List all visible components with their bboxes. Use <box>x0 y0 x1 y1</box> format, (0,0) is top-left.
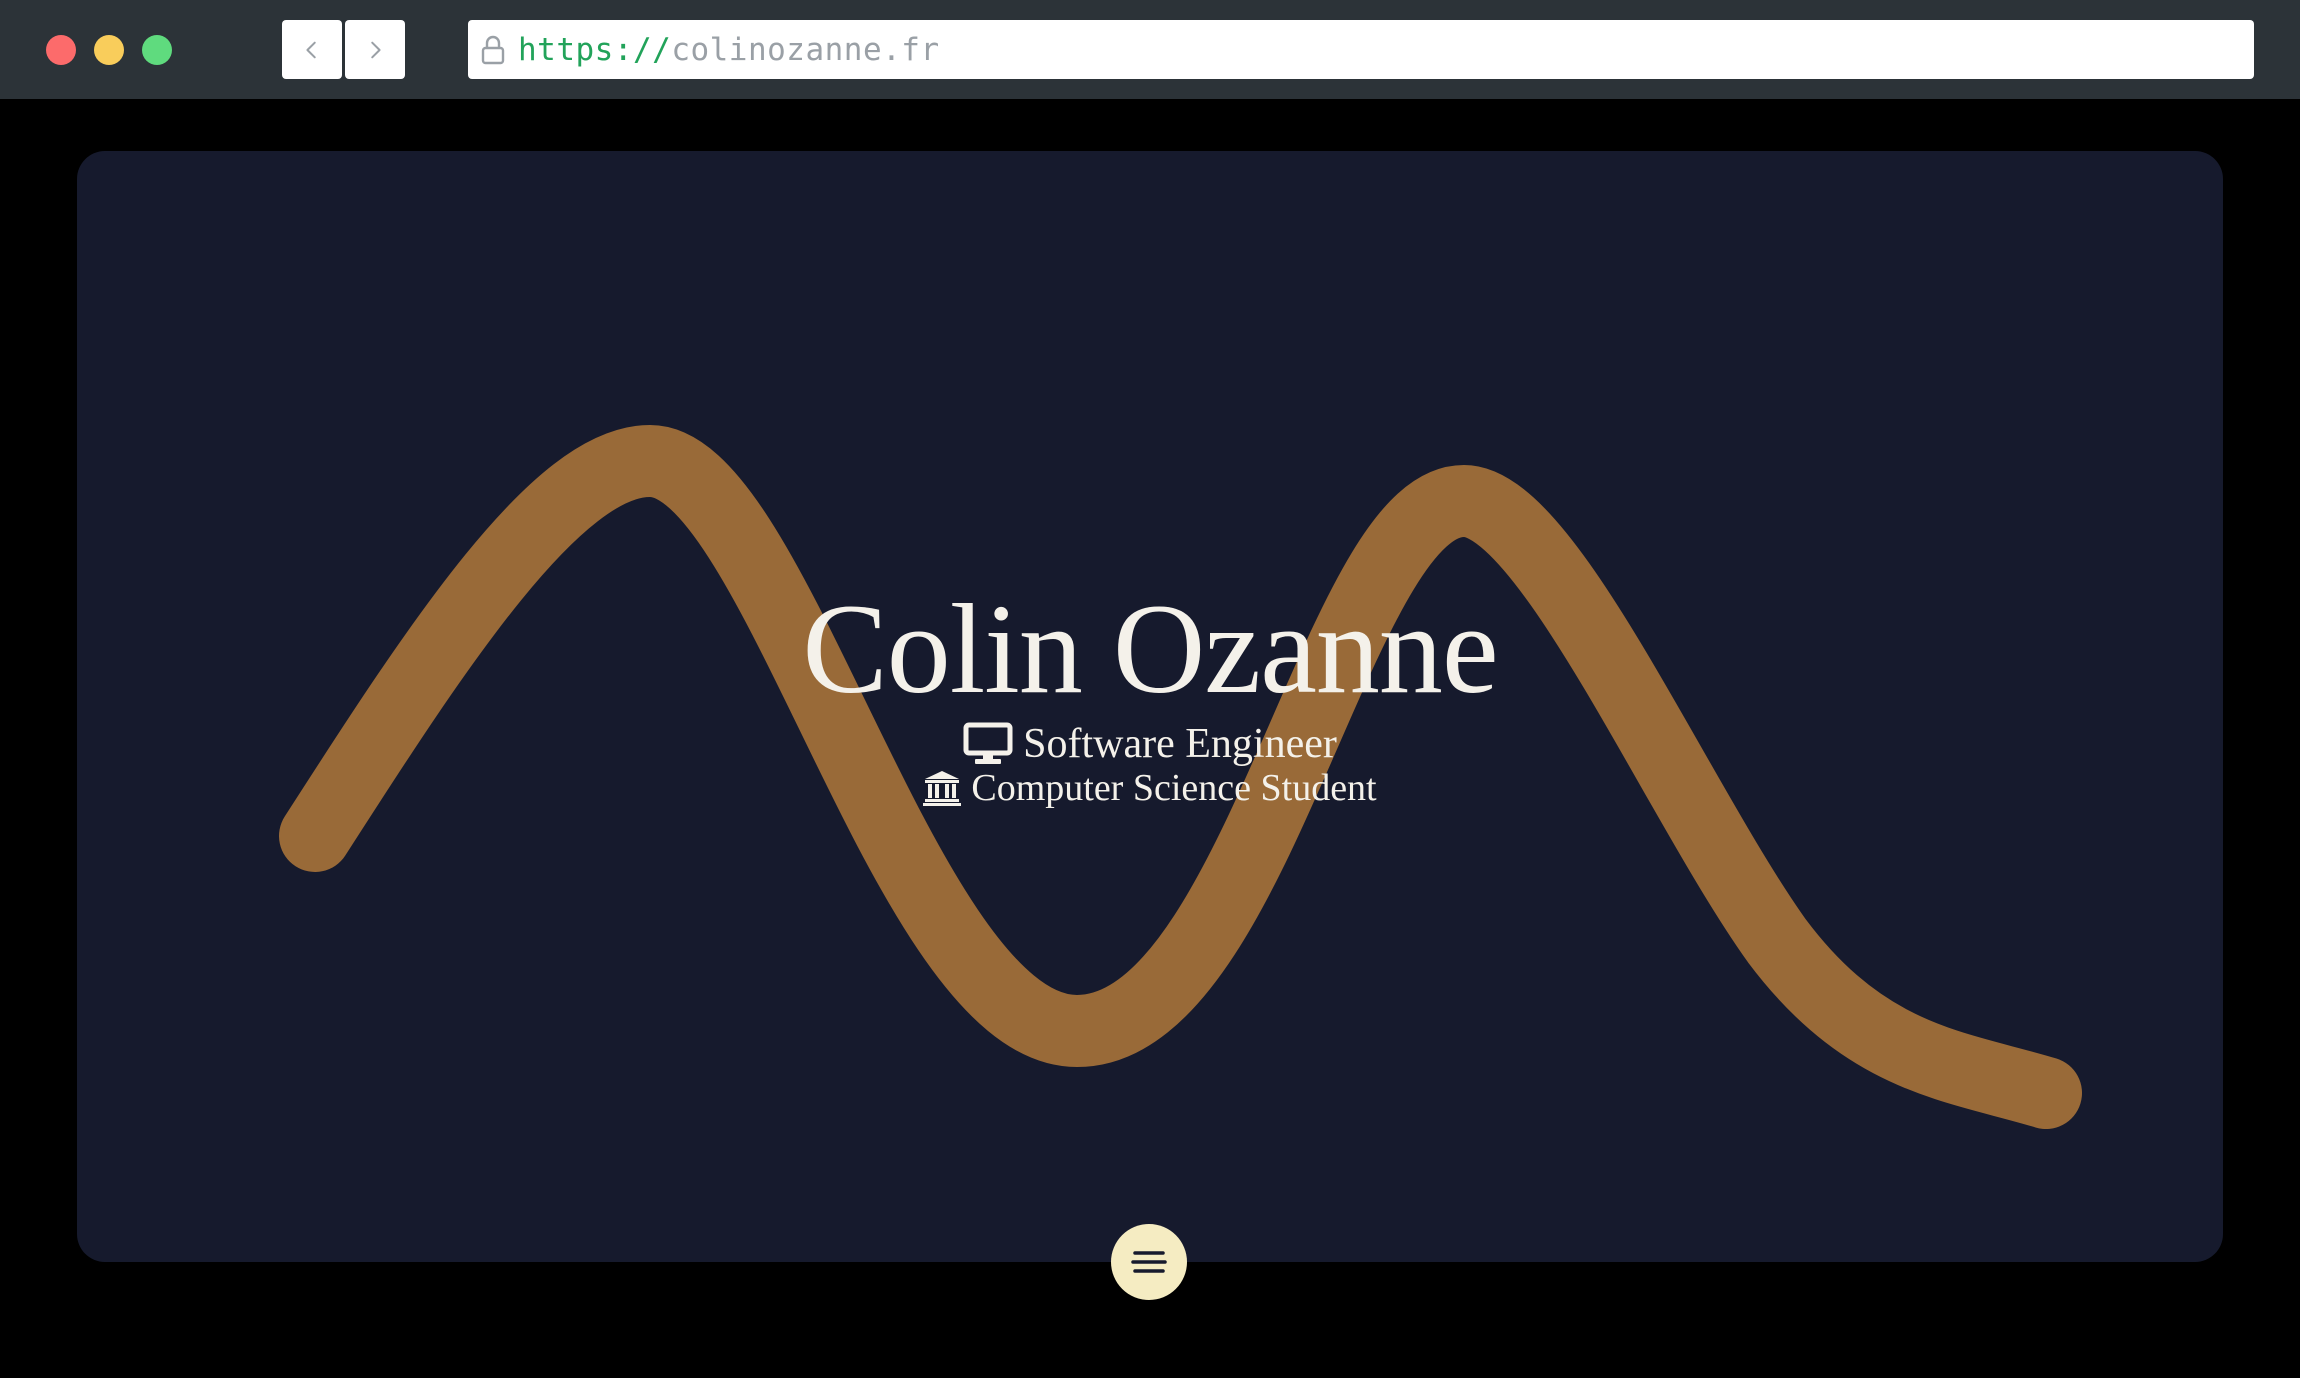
role-cs-student: Computer Science Student <box>77 766 2223 810</box>
url-host: colinozanne.fr <box>671 31 940 68</box>
page-viewport: Colin Ozanne Software Engineer Computer … <box>77 151 2223 1262</box>
menu-button[interactable] <box>1111 1224 1187 1300</box>
role-label: Computer Science Student <box>971 767 1377 809</box>
role-software-engineer: Software Engineer <box>77 722 2223 766</box>
browser-toolbar: https://colinozanne.fr <box>0 0 2300 99</box>
chevron-left-icon <box>306 41 316 58</box>
window-close-button[interactable] <box>46 35 76 65</box>
monitor-icon <box>963 722 1013 766</box>
hero-section: Colin Ozanne Software Engineer Computer … <box>77 584 2223 810</box>
page-title: Colin Ozanne <box>802 578 1498 720</box>
url-scheme: https:// <box>518 31 672 68</box>
role-label: Software Engineer <box>1023 721 1337 767</box>
chevron-right-icon <box>371 41 381 58</box>
lock-icon <box>481 35 505 64</box>
forward-button[interactable] <box>345 20 405 79</box>
window-minimize-button[interactable] <box>94 35 124 65</box>
institution-icon <box>923 769 962 807</box>
menu-icon <box>1131 1251 1167 1273</box>
back-button[interactable] <box>282 20 342 79</box>
address-bar[interactable]: https://colinozanne.fr <box>468 20 2254 79</box>
window-maximize-button[interactable] <box>142 35 172 65</box>
url-text: https://colinozanne.fr <box>518 32 940 68</box>
